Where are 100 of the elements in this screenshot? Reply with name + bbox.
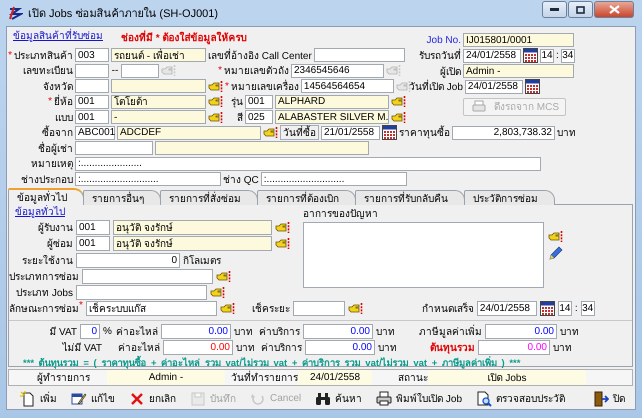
calendar-icon[interactable] [540,300,555,316]
field-label: ช่าง QC [223,174,259,186]
tab[interactable]: รายการที่สั่งซ่อม [160,190,258,205]
text-field[interactable]: 14564564654 [300,79,394,93]
text-field[interactable]: Admin - [463,64,574,78]
text-field[interactable]: 14 [558,300,572,316]
text-field[interactable]: :............................ [260,172,407,186]
text-field[interactable]: 0 [76,252,180,268]
text-field[interactable]: 34 [560,48,575,62]
lookup-icon[interactable] [210,286,225,299]
unit-text: บาท [236,342,256,354]
text-field[interactable]: รถยนต์ - เพื่อเช่า [111,48,206,62]
text-field[interactable]: ABC001 [75,126,115,140]
text-field[interactable]: 001 [76,220,110,236]
lookup-icon[interactable] [391,95,406,108]
lookup-icon[interactable] [216,270,231,283]
calendar-icon[interactable] [524,79,540,94]
tab[interactable]: รายการที่ต้องเบิก [257,190,356,205]
text-field[interactable]: :...................... [75,156,541,170]
toolbar-button[interactable]: ค้นหา [310,389,368,408]
section-link[interactable]: ข้อมูลสินค้าที่รับซ่อม [13,30,103,43]
text-field[interactable]: IJ015801/0001 [463,33,574,47]
text-field[interactable]: 34 [580,300,595,316]
text-field[interactable]: อนุวัติ จงรักษ์ [113,236,272,252]
lookup-icon[interactable] [548,230,563,243]
text-field[interactable]: 0.00 [161,324,231,339]
tab[interactable]: ข้อมูลทั่วไป [8,188,84,205]
text-field[interactable]: ALPHARD [275,94,389,108]
text-field[interactable] [292,300,345,316]
text-field[interactable]: อนุวัติ จงรักษ์ [113,220,272,236]
text-field[interactable]: 0.00 [163,340,233,355]
toolbar-button[interactable]: ตรวจสอบประวัติ [471,389,570,408]
calendar-icon[interactable] [523,48,538,63]
text-field[interactable]: 24/01/2558 [476,300,537,316]
field-label: ผู้เปิด [439,66,461,78]
text-field[interactable] [75,64,109,78]
text-field[interactable]: 24/01/2558 [464,80,523,94]
text-field[interactable] [75,141,153,155]
lookup-icon[interactable] [275,221,290,234]
tab[interactable]: รายการอื่นๆ [83,190,161,205]
text-field[interactable]: 24/01/2558 [463,48,521,62]
lookup-icon[interactable] [220,302,235,315]
text-field[interactable] [155,141,369,155]
section-link[interactable]: ข้อมูลทั่วไป [15,206,65,219]
close-button[interactable] [594,1,634,18]
text-field[interactable]: 001 [75,110,109,124]
lookup-icon[interactable] [208,80,223,92]
calendar-icon[interactable] [382,125,397,140]
maximize-icon [576,6,585,14]
text-field[interactable]: 0.00 [303,324,373,339]
lookup-icon[interactable] [208,95,223,108]
text-field[interactable]: โตโยต้า [111,94,206,108]
text-field[interactable]: 001 [75,94,109,108]
pen-icon[interactable] [548,246,563,260]
text-field[interactable] [111,79,206,93]
field-label: * ยี่ห้อ [47,94,73,108]
text-field[interactable] [82,268,213,284]
toolbar-button[interactable]: แก้ไข [66,389,120,408]
separator-text: -- [111,64,119,78]
app-icon [8,6,23,20]
toolbar-button[interactable]: เพิ่ม [15,389,62,408]
minimize-button[interactable] [542,1,567,18]
text-field[interactable] [314,48,405,62]
separator-text: : [556,49,559,62]
field-label: สี [236,112,243,124]
text-field[interactable]: 0 [80,324,100,339]
tab[interactable]: ประวัติการซ่อม [464,190,555,205]
text-field[interactable]: 001 [245,94,273,108]
lookup-icon[interactable] [391,110,406,124]
text-field[interactable] [121,64,159,78]
text-field[interactable]: 0.00 [305,340,375,355]
text-field[interactable]: 025 [245,110,273,124]
text-field[interactable]: 2346545646 [291,64,384,78]
text-field[interactable]: - [111,110,206,124]
field-label: ผู้ซ่อม [46,238,73,251]
toolbar-button[interactable]: ยกเลิก [124,389,181,408]
text-field[interactable]: 003 [75,48,109,62]
toolbar-button[interactable]: ปิด [588,389,630,408]
lookup-icon[interactable] [208,110,223,124]
lookup-icon[interactable] [263,126,278,139]
field-label: หมายเหตุ [30,158,73,170]
field-label: วันที่เปิด Job [409,80,463,94]
text-field[interactable]: 0.00 [485,324,557,339]
text-field[interactable]: 21/01/2558 [321,126,380,140]
text-field[interactable] [75,79,109,93]
text-field[interactable]: ALABASTER SILVER M. [275,110,389,124]
text-field[interactable]: ADCDEF [117,126,261,140]
text-field[interactable]: 14 [540,48,554,62]
text-field[interactable]: เช็คระบบแก๊ส [86,300,217,316]
text-field[interactable]: 001 [76,236,110,252]
text-field[interactable] [76,284,207,300]
text-field[interactable]: :............................ [75,172,221,186]
maximize-button[interactable] [568,1,593,18]
lookup-icon[interactable] [275,237,290,250]
field-label: ค่าอะไหล่ [116,325,158,338]
lookup-icon[interactable] [348,302,363,315]
field-label: ค่าบริการ [259,326,300,338]
text-field[interactable]: 2,803,738.32 [452,126,555,140]
toolbar-button[interactable]: พิมพ์ใบเปิด Job [371,389,468,408]
tab[interactable]: รายการที่รับกลับคืน [355,190,465,205]
